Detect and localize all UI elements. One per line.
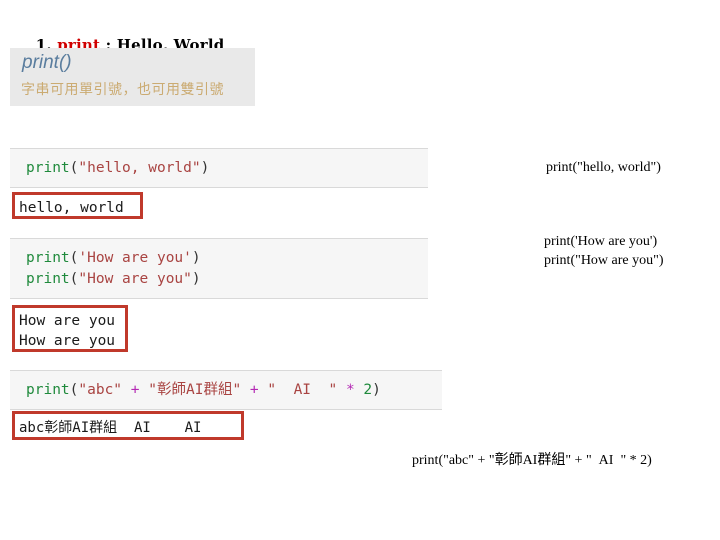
code-token-par: ) (191, 271, 201, 287)
slide-canvas: 1. print : Hello, World print() 字串可用單引號，… (0, 0, 720, 540)
code-token-op: + (122, 382, 149, 398)
header-subtitle: 字串可用單引號，也可用雙引號 (21, 82, 224, 98)
code-token-fn: print (26, 271, 70, 287)
code-token-str: 'How are you' (78, 250, 192, 266)
code-token-fn: print (26, 160, 70, 176)
code-token-op: * (337, 382, 364, 398)
annotation-2: print('How are you') print("How are you"… (544, 234, 664, 268)
output-box-1: hello, world (12, 192, 143, 219)
code-token-num: 2 (363, 382, 373, 398)
header-info-box: print() 字串可用單引號，也可用雙引號 (10, 48, 255, 106)
code-token-str: "abc" (78, 382, 123, 398)
code-token-par: ) (200, 160, 210, 176)
code-line: print("hello, world") (10, 158, 428, 179)
code-token-str: "hello, world" (78, 160, 201, 176)
output-box-3: abc彰師AI群組 AI AI (12, 411, 244, 440)
code-token-str: "How are you" (78, 271, 192, 287)
code-token-str: "彰師AI群組" (148, 382, 242, 398)
output-line: hello, world (19, 200, 124, 216)
code-line: print('How are you') (10, 248, 428, 269)
code-line: print("abc" + "彰師AI群組" + " AI " * 2) (10, 380, 442, 401)
code-block-3[interactable]: print("abc" + "彰師AI群組" + " AI " * 2) (10, 370, 442, 410)
code-token-par: ) (372, 382, 381, 398)
code-block-1[interactable]: print("hello, world") (10, 148, 428, 188)
output-line: How are you (19, 333, 116, 349)
code-block-2[interactable]: print('How are you') print("How are you") (10, 238, 428, 299)
output-line: abc彰師AI群組 AI AI (19, 420, 210, 436)
code-line: print("How are you") (10, 269, 428, 290)
annotation-1: print("hello, world") (546, 160, 661, 175)
code-token-op: + (241, 382, 268, 398)
code-token-par: ) (191, 250, 201, 266)
output-line: How are you (19, 313, 116, 329)
output-box-2: How are you How are you (12, 305, 128, 352)
code-token-fn: print (26, 382, 70, 398)
header-heading: print() (22, 52, 72, 73)
code-token-fn: print (26, 250, 70, 266)
code-token-str: " AI " (267, 382, 338, 398)
annotation-3: print("abc" + "彰師AI群組" + " AI " * 2) (412, 453, 652, 468)
